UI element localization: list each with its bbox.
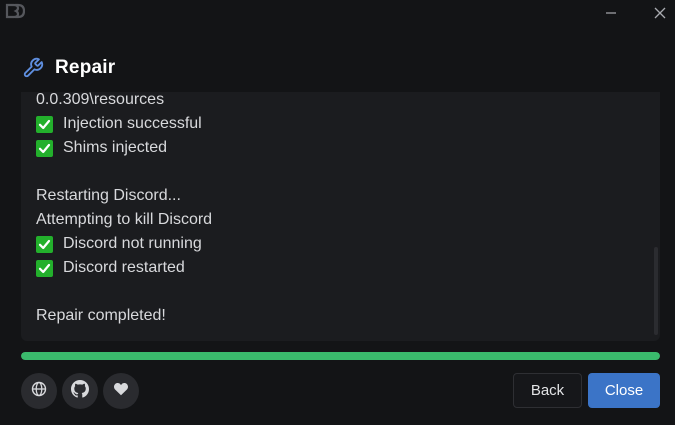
log-line: Injection successful	[36, 112, 646, 136]
progress-fill	[21, 352, 660, 360]
log-line-text: Discord not running	[63, 235, 202, 252]
log-line-text: Attempting to kill Discord	[36, 211, 213, 228]
github-icon	[71, 380, 89, 402]
check-mark-icon	[36, 115, 53, 133]
log-scrollbar[interactable]	[654, 247, 658, 335]
log-line-text: Injection successful	[63, 115, 202, 132]
globe-icon	[31, 381, 47, 401]
betterdiscord-logo-icon	[5, 3, 26, 19]
back-button[interactable]: Back	[513, 373, 582, 408]
heart-icon	[113, 381, 129, 401]
log-lines: 0.0.309\resources Injection successful Shi…	[36, 92, 646, 328]
log-line: Repair completed!	[36, 304, 646, 328]
check-mark-icon	[36, 139, 53, 157]
close-button[interactable]: Close	[588, 373, 660, 408]
log-line-text: 0.0.309\resources	[36, 92, 165, 108]
close-window-button[interactable]	[640, 0, 675, 26]
check-mark-icon	[36, 259, 53, 277]
check-mark-icon	[36, 235, 53, 253]
log-line: Discord restarted	[36, 256, 646, 280]
github-button[interactable]	[62, 373, 98, 409]
installer-window: Repair 0.0.309\resources Injection succes…	[0, 0, 675, 425]
log-line-text: Discord restarted	[63, 259, 185, 276]
progress-bar	[21, 352, 660, 360]
log-blank-line	[36, 160, 646, 184]
log-line: Shims injected	[36, 136, 646, 160]
log-line: Attempting to kill Discord	[36, 208, 646, 232]
log-line-text: Shims injected	[63, 139, 168, 156]
minimize-button[interactable]	[591, 0, 631, 26]
log-blank-line	[36, 280, 646, 304]
donate-button[interactable]	[103, 373, 139, 409]
log-line: Restarting Discord...	[36, 184, 646, 208]
wrench-icon	[22, 57, 44, 79]
log-line: 0.0.309\resources	[36, 92, 646, 112]
log-line-text: Restarting Discord...	[36, 187, 181, 204]
title-bar	[0, 0, 675, 26]
website-button[interactable]	[21, 373, 57, 409]
log-line: Discord not running	[36, 232, 646, 256]
page-title: Repair	[55, 57, 116, 78]
log-line-text: Repair completed!	[36, 307, 166, 324]
repair-log[interactable]: 0.0.309\resources Injection successful Shi…	[21, 92, 660, 341]
page-header: Repair	[22, 54, 115, 82]
